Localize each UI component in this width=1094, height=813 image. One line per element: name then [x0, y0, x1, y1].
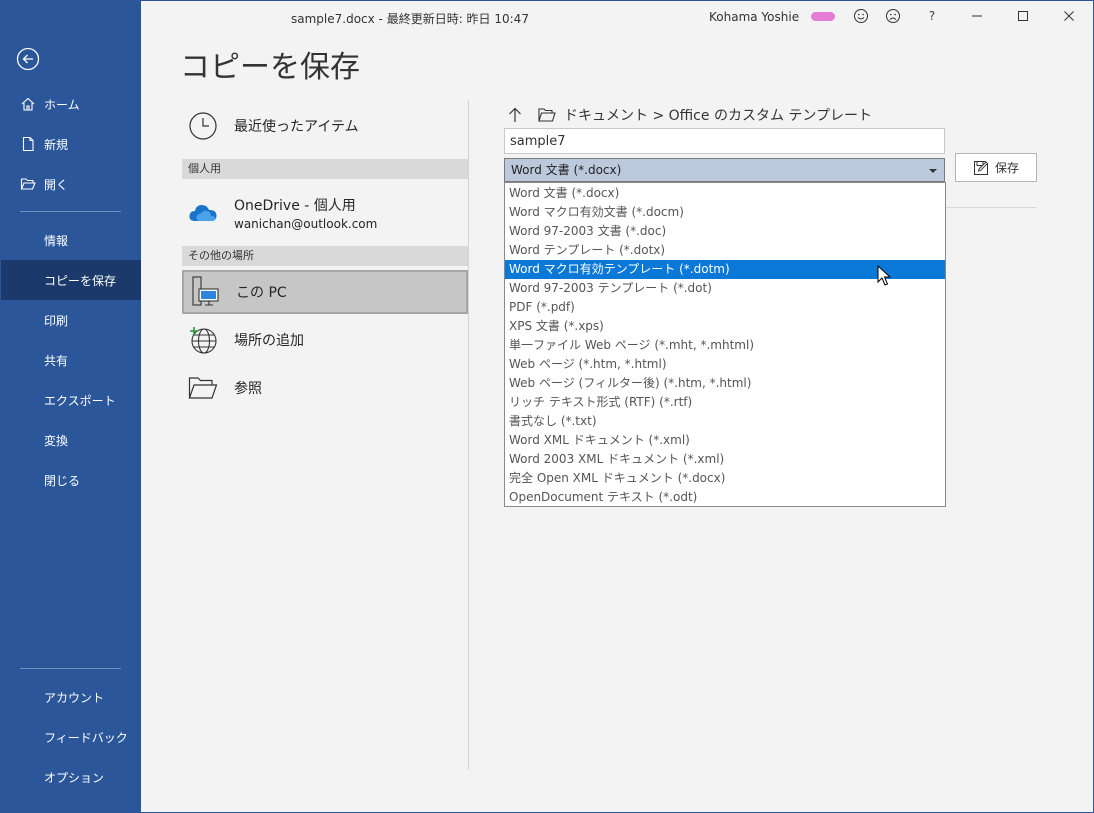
title-bar: sample7.docx - 最終更新日時: 昨日 10:47 Kohama Y…: [141, 0, 1094, 32]
file-type-option[interactable]: Word マクロ有効文書 (*.docm): [505, 203, 945, 222]
nav-home-label: ホーム: [44, 97, 80, 112]
globe-add-icon: [188, 325, 218, 355]
file-type-option[interactable]: 完全 Open XML ドキュメント (*.docx): [505, 469, 945, 488]
mouse-cursor-icon: [877, 265, 891, 286]
file-type-option[interactable]: Word XML ドキュメント (*.xml): [505, 431, 945, 450]
computer-icon: [190, 276, 220, 307]
location-this-pc-label: この PC: [236, 285, 287, 301]
location-browse[interactable]: 参照: [182, 366, 468, 410]
nav-transform[interactable]: 変換: [0, 420, 141, 460]
avatar[interactable]: [811, 12, 835, 21]
file-type-select[interactable]: Word 文書 (*.docx): [504, 158, 945, 182]
maximize-icon: [1018, 11, 1028, 21]
nav-separator-bottom: [20, 668, 121, 669]
location-onedrive-account: wanichan@outlook.com: [234, 217, 378, 231]
nav-close[interactable]: 閉じる: [0, 460, 141, 500]
clock-icon: [188, 111, 218, 141]
location-onedrive-title: OneDrive - 個人用: [234, 198, 356, 214]
page-title: コピーを保存: [180, 50, 360, 85]
nav-share[interactable]: 共有: [0, 340, 141, 380]
nav-open[interactable]: 開く: [0, 164, 141, 204]
folder-icon: [188, 373, 218, 403]
up-arrow-icon[interactable]: [506, 106, 524, 124]
save-button[interactable]: 保存: [955, 153, 1037, 182]
nav-account-label: アカウント: [44, 690, 105, 705]
location-add-place[interactable]: 場所の追加: [182, 318, 468, 362]
column-divider: [468, 100, 469, 770]
save-icon: [973, 160, 989, 175]
help-button[interactable]: ?: [922, 6, 942, 26]
location-recent[interactable]: 最近使ったアイテム: [182, 104, 468, 148]
nav-save-copy[interactable]: コピーを保存: [0, 260, 141, 300]
file-type-option[interactable]: 単一ファイル Web ページ (*.mht, *.mhtml): [505, 336, 945, 355]
file-type-selected: Word 文書 (*.docx): [511, 163, 622, 177]
minimize-button[interactable]: [967, 6, 987, 26]
file-type-option[interactable]: Word 97-2003 文書 (*.doc): [505, 222, 945, 241]
chevron-down-icon: [929, 169, 937, 173]
separator: [945, 207, 1037, 208]
backstage-sidebar: ホーム 新規 開く 情報 コピーを保存 印刷 共有 エクスポート 変換 閉じる …: [0, 0, 141, 813]
file-type-option[interactable]: XPS 文書 (*.xps): [505, 317, 945, 336]
user-name[interactable]: Kohama Yoshie: [709, 10, 799, 24]
breadcrumb-path[interactable]: ドキュメント > Office のカスタム テンプレート: [564, 105, 872, 125]
back-button[interactable]: [16, 47, 40, 71]
file-type-option[interactable]: Word 文書 (*.docx): [505, 184, 945, 203]
breadcrumb: ドキュメント > Office のカスタム テンプレート: [506, 104, 872, 126]
nav-close-label: 閉じる: [44, 473, 81, 488]
file-type-option[interactable]: Web ページ (フィルター後) (*.htm, *.html): [505, 374, 945, 393]
file-type-option[interactable]: リッチ テキスト形式 (RTF) (*.rtf): [505, 393, 945, 412]
smile-icon: [854, 9, 868, 23]
document-title: sample7.docx - 最終更新日時: 昨日 10:47: [291, 12, 529, 26]
nav-save-copy-label: コピーを保存: [44, 273, 117, 288]
nav-new-label: 新規: [44, 137, 69, 152]
nav-info-label: 情報: [44, 233, 69, 248]
nav-open-label: 開く: [44, 177, 69, 192]
nav-account[interactable]: アカウント: [0, 677, 141, 717]
section-header-personal: 個人用: [182, 159, 468, 179]
nav-options[interactable]: オプション: [0, 757, 141, 797]
nav-print[interactable]: 印刷: [0, 300, 141, 340]
back-arrow-icon: [16, 47, 40, 71]
nav-transform-label: 変換: [44, 433, 69, 448]
nav-print-label: 印刷: [44, 313, 69, 328]
file-type-option[interactable]: PDF (*.pdf): [505, 298, 945, 317]
file-type-option[interactable]: 書式なし (*.txt): [505, 412, 945, 431]
nav-options-label: オプション: [44, 770, 105, 785]
smile-feedback-button[interactable]: [851, 6, 871, 26]
location-recent-label: 最近使ったアイテム: [234, 119, 359, 135]
file-type-option[interactable]: Web ページ (*.htm, *.html): [505, 355, 945, 374]
file-type-option[interactable]: Word 2003 XML ドキュメント (*.xml): [505, 450, 945, 469]
nav-new[interactable]: 新規: [0, 124, 141, 164]
file-type-option[interactable]: Word テンプレート (*.dotx): [505, 241, 945, 260]
new-document-icon: [22, 136, 34, 152]
location-add-place-label: 場所の追加: [234, 333, 304, 349]
nav-share-label: 共有: [44, 353, 69, 368]
open-folder-icon: [20, 178, 36, 190]
nav-feedback[interactable]: フィードバック: [0, 717, 141, 757]
close-icon: [1064, 11, 1074, 21]
location-onedrive[interactable]: OneDrive - 個人用 wanichan@outlook.com: [182, 191, 468, 235]
close-window-button[interactable]: [1059, 6, 1079, 26]
frown-feedback-button[interactable]: [883, 6, 903, 26]
file-type-dropdown: Word 文書 (*.docx) Word マクロ有効文書 (*.docm) Wor…: [504, 182, 946, 507]
frown-icon: [886, 9, 900, 23]
section-header-other: その他の場所: [182, 246, 468, 266]
filename-input[interactable]: [504, 128, 945, 154]
onedrive-cloud-icon: [188, 198, 218, 228]
nav-feedback-label: フィードバック: [44, 730, 128, 745]
save-button-label: 保存: [994, 161, 1019, 175]
file-type-option[interactable]: OpenDocument テキスト (*.odt): [505, 488, 945, 507]
nav-export[interactable]: エクスポート: [0, 380, 141, 420]
location-this-pc[interactable]: この PC: [182, 270, 468, 314]
minimize-icon: [972, 15, 982, 17]
location-browse-label: 参照: [234, 381, 262, 397]
nav-export-label: エクスポート: [44, 393, 116, 408]
nav-home[interactable]: ホーム: [0, 84, 141, 124]
home-icon: [21, 97, 35, 111]
nav-separator: [20, 211, 121, 212]
maximize-button[interactable]: [1013, 6, 1033, 26]
folder-icon: [538, 108, 556, 122]
nav-info[interactable]: 情報: [0, 220, 141, 260]
